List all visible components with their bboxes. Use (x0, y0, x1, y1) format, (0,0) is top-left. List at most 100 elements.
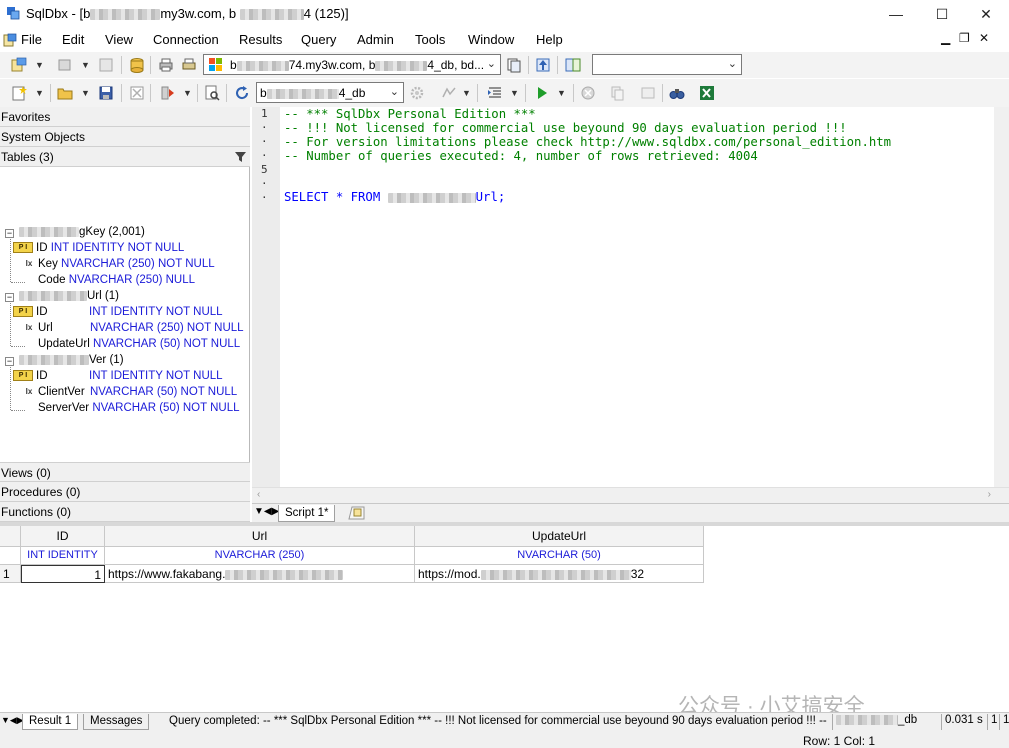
column-node[interactable]: ServerVer NVARCHAR (50) NOT NULL (38, 402, 240, 418)
procedures-header[interactable]: Procedures (0) (0, 482, 250, 502)
menu-help[interactable]: Help (536, 32, 563, 47)
chevron-down-icon[interactable]: ▼ (35, 60, 44, 70)
compare-icon[interactable] (565, 57, 581, 73)
menu-edit[interactable]: Edit (62, 32, 84, 47)
column-name: Url (38, 322, 53, 334)
table-node[interactable]: Url (1) (19, 290, 119, 306)
clear-icon[interactable] (129, 85, 145, 101)
sql-editor[interactable]: 1 · · · 5 · · -- *** SqlDbx Personal Edi… (252, 107, 994, 487)
chevron-down-icon[interactable]: ▼ (81, 88, 90, 98)
menu-query[interactable]: Query (301, 32, 336, 47)
scroll-left-icon[interactable]: ‹ (257, 489, 260, 500)
find-document-icon[interactable] (204, 85, 220, 101)
comment-icon[interactable] (160, 85, 176, 101)
format-sql-icon[interactable] (441, 85, 457, 101)
menu-file[interactable]: File (21, 32, 42, 47)
refresh-icon[interactable] (234, 85, 250, 101)
system-objects-header[interactable]: System Objects (0, 127, 250, 147)
mdi-restore-button[interactable]: ❐ (959, 31, 970, 45)
settings-gear-icon[interactable] (409, 85, 425, 101)
column-node[interactable]: Code NVARCHAR (250) NULL (38, 274, 195, 290)
execute-play-icon[interactable] (534, 85, 550, 101)
chevron-down-icon[interactable]: ▼ (81, 60, 90, 70)
tab-messages[interactable]: Messages (83, 714, 150, 730)
table-cell-id[interactable]: 1 (21, 565, 105, 583)
views-header[interactable]: Views (0) (0, 462, 250, 482)
table-node[interactable]: Ver (1) (19, 354, 124, 370)
mdi-close-button[interactable]: ✕ (979, 31, 989, 45)
functions-header[interactable]: Functions (0) (0, 502, 250, 522)
column-node[interactable]: P I ID INT IDENTITY NOT NULL (13, 242, 184, 258)
binoculars-icon[interactable] (669, 85, 685, 101)
chevron-down-icon[interactable]: ▼ (510, 88, 519, 98)
collapse-toggle[interactable]: − (5, 293, 14, 302)
open-folder-icon[interactable] (57, 85, 73, 101)
table-cell-updateurl[interactable]: https://mod. 32 (415, 565, 704, 583)
column-type: INT IDENTITY NOT NULL (89, 306, 223, 318)
line-number: 5 (261, 163, 268, 176)
line-number: · (261, 135, 268, 148)
column-node[interactable]: P I ID INT IDENTITY NOT NULL (13, 370, 223, 386)
disconnect-icon[interactable] (57, 57, 73, 73)
menu-tools[interactable]: Tools (415, 32, 445, 47)
editor-vertical-scrollbar[interactable] (994, 107, 1009, 487)
menu-admin[interactable]: Admin (357, 32, 394, 47)
row-number[interactable]: 1 (0, 565, 21, 583)
toolbar-separator (150, 56, 151, 74)
chevron-down-icon[interactable]: ▼ (35, 88, 44, 98)
save-icon[interactable] (98, 85, 114, 101)
new-connection-icon[interactable] (11, 57, 27, 73)
tab-script-1[interactable]: Script 1* (278, 505, 336, 522)
table-node[interactable]: gKey (2,001) (19, 226, 145, 242)
tree-connector (10, 303, 11, 346)
database-select[interactable]: b 4_db ⌄ (256, 82, 404, 103)
stop-icon[interactable] (580, 85, 596, 101)
export-icon[interactable] (535, 57, 551, 73)
indent-icon[interactable] (487, 85, 503, 101)
tables-header[interactable]: Tables (3) (0, 147, 250, 167)
collapse-toggle[interactable]: − (5, 357, 14, 366)
excel-export-icon[interactable] (699, 85, 715, 101)
scroll-right-icon[interactable]: › (988, 489, 991, 500)
chevron-down-icon[interactable]: ▼ (183, 88, 192, 98)
column-header-updateurl[interactable]: UpdateUrl (415, 526, 704, 547)
transaction-icon[interactable] (609, 85, 625, 101)
copy-connection-icon[interactable] (506, 57, 522, 73)
filter-icon[interactable] (235, 152, 246, 162)
chevron-down-icon[interactable]: ▼ (557, 88, 566, 98)
column-node[interactable]: UpdateUrl NVARCHAR (50) NOT NULL (38, 338, 240, 354)
tab-scroll-left-icon[interactable]: ▼◀▶ (254, 506, 279, 517)
mdi-minimize-button[interactable]: ▁ (941, 31, 950, 45)
chevron-down-icon[interactable]: ▼ (462, 88, 471, 98)
column-node[interactable]: Ix Key NVARCHAR (250) NOT NULL (23, 258, 215, 274)
column-header-url[interactable]: Url (105, 526, 415, 547)
column-header-id[interactable]: ID (21, 526, 105, 547)
database-icon[interactable] (129, 57, 145, 73)
redacted-db (266, 88, 339, 99)
column-node[interactable]: P I ID INT IDENTITY NOT NULL (13, 306, 223, 322)
print-preview-icon[interactable] (181, 57, 197, 73)
menu-view[interactable]: View (105, 32, 133, 47)
column-node[interactable]: Ix ClientVer NVARCHAR (50) NOT NULL (23, 386, 238, 402)
column-node[interactable]: Ix Url NVARCHAR (250) NOT NULL (23, 322, 244, 338)
collapse-toggle[interactable]: − (5, 229, 14, 238)
close-button[interactable]: ✕ (963, 0, 1009, 28)
commit-icon[interactable] (640, 85, 656, 101)
minimize-button[interactable]: — (873, 0, 919, 28)
tab-scroll-icon[interactable]: ▼◀▶ (1, 715, 24, 726)
tab-result-1[interactable]: Result 1 (22, 714, 79, 730)
connection-select[interactable]: b 74.my3w.com, b 4_db, bd... ⌄ (203, 54, 501, 75)
menu-window[interactable]: Window (468, 32, 514, 47)
menu-connection[interactable]: Connection (153, 32, 219, 47)
status-elapsed-time: 0.031 s (941, 714, 983, 730)
menu-results[interactable]: Results (239, 32, 282, 47)
schema-select[interactable]: ⌄ (592, 54, 742, 75)
new-script-icon[interactable] (11, 85, 27, 101)
connections-icon[interactable] (98, 57, 114, 73)
new-tab-icon[interactable] (348, 506, 366, 520)
print-icon[interactable] (158, 57, 174, 73)
table-cell-url[interactable]: https://www.fakabang. (105, 565, 415, 583)
favorites-header[interactable]: Favorites (0, 107, 250, 127)
editor-horizontal-scrollbar[interactable]: ‹ › (252, 487, 1009, 503)
maximize-button[interactable]: ☐ (919, 0, 965, 28)
